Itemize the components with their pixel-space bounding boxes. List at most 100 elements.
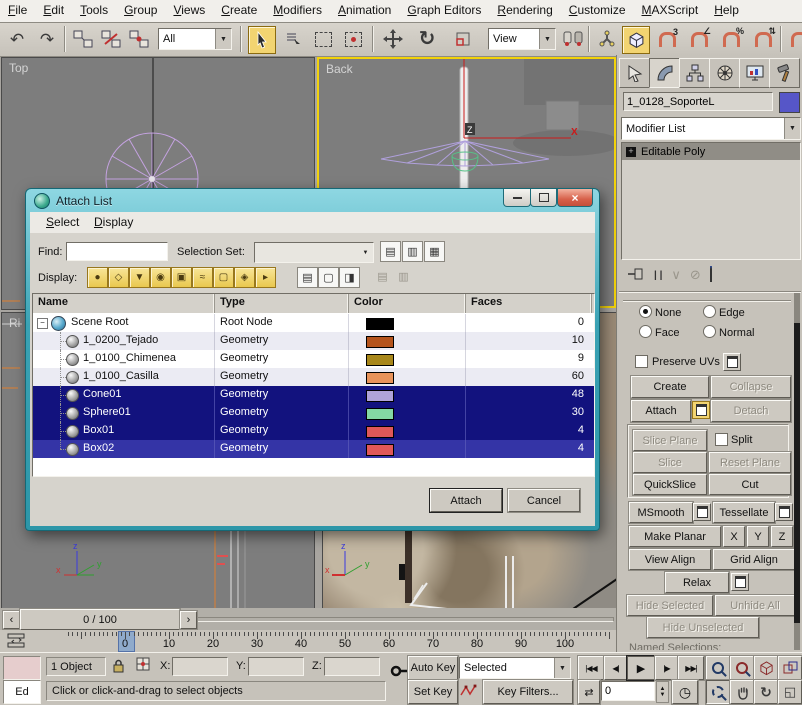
x-coordinate-field[interactable]: [172, 657, 228, 676]
new-key-default-inout-tangents[interactable]: [460, 683, 478, 702]
maximize-button[interactable]: [530, 189, 557, 207]
attach-list-settings-button[interactable]: [692, 401, 710, 419]
planar-z-button[interactable]: Z: [771, 526, 793, 547]
viewport-label[interactable]: Back: [326, 62, 353, 76]
object-color-swatch[interactable]: [366, 318, 394, 330]
key-mode-dropdown[interactable]: Selected ▼: [459, 657, 571, 679]
display-xrefs-icon[interactable]: ◈: [234, 267, 255, 288]
spin-down-icon[interactable]: ▼: [660, 692, 666, 698]
modifier-stack[interactable]: +Editable Poly: [621, 142, 801, 260]
make-planar-button[interactable]: Make Planar: [629, 526, 721, 547]
partial-toolbar-icon[interactable]: [786, 26, 802, 52]
slice-button[interactable]: Slice: [633, 452, 707, 473]
planar-x-button[interactable]: X: [723, 526, 745, 547]
tree-expand-icon[interactable]: −: [37, 318, 48, 329]
preserve-uvs-checkbox[interactable]: [635, 355, 648, 368]
frame-ruler[interactable]: 0102030405060708090100: [32, 630, 613, 652]
time-slider-thumb[interactable]: 0 / 100: [20, 609, 180, 630]
display-children-icon[interactable]: ▤: [373, 267, 392, 286]
frame-spinner[interactable]: ▲▼: [656, 681, 669, 703]
go-to-end-button[interactable]: ▶▶|: [678, 656, 704, 680]
snaps-toggle-3-button[interactable]: 3: [654, 26, 680, 52]
key-filters-button[interactable]: Key Filters...: [483, 680, 573, 704]
maxscript-mini-listener[interactable]: [3, 656, 41, 680]
modifier-list-dropdown[interactable]: Modifier List ▼: [621, 117, 801, 140]
column-header-name[interactable]: Name: [33, 294, 215, 313]
object-name-field[interactable]: [623, 92, 773, 111]
constraint-normal[interactable]: Normal: [703, 325, 783, 339]
use-pivot-point-center-button[interactable]: [560, 26, 586, 52]
bind-to-space-warp-icon[interactable]: [126, 26, 152, 52]
menu-maxscript[interactable]: MAXScript: [634, 0, 707, 21]
maxscript-listener-line[interactable]: Ed: [3, 680, 41, 704]
minimize-button[interactable]: [503, 189, 531, 207]
menu-help[interactable]: Help: [706, 0, 747, 21]
menu-file[interactable]: File: [0, 0, 35, 21]
relax-button[interactable]: Relax: [665, 572, 729, 593]
menu-modifiers[interactable]: Modifiers: [265, 0, 330, 21]
find-input[interactable]: [66, 242, 168, 261]
y-coordinate-field[interactable]: [248, 657, 304, 676]
pin-stack-button[interactable]: [627, 267, 645, 284]
radio-face[interactable]: [639, 325, 652, 338]
tessellate-button[interactable]: Tessellate: [713, 502, 775, 523]
open-mini-curve-editor-button[interactable]: [6, 633, 28, 652]
object-color-swatch[interactable]: [366, 354, 394, 366]
menu-views[interactable]: Views: [165, 0, 213, 21]
selection-filter-dropdown[interactable]: All ▼: [158, 28, 232, 50]
tab-create[interactable]: [619, 58, 650, 88]
constraint-edge[interactable]: Edge: [703, 305, 783, 319]
table-row[interactable]: 1_0200_TejadoGeometry10: [33, 332, 594, 350]
key-mode-toggle-button[interactable]: ⇄: [578, 680, 600, 704]
slice-plane-button[interactable]: Slice Plane: [633, 430, 707, 451]
display-geometry-icon[interactable]: ●: [87, 267, 108, 288]
percent-snap-toggle[interactable]: %: [718, 26, 744, 52]
dialog-cancel-button[interactable]: Cancel: [508, 489, 580, 512]
object-color-swatch[interactable]: [366, 444, 394, 456]
column-header-faces[interactable]: Faces: [466, 294, 592, 313]
menu-group[interactable]: Group: [116, 0, 165, 21]
table-row[interactable]: Box02Geometry4: [33, 440, 594, 458]
dropdown-arrow-icon[interactable]: ▼: [358, 243, 373, 262]
table-row[interactable]: 1_0100_CasillaGeometry60: [33, 368, 594, 386]
zoom-extents-all-button[interactable]: [778, 656, 802, 680]
previous-frame-arrow[interactable]: ‹: [3, 611, 20, 629]
previous-frame-button[interactable]: ◀|: [604, 656, 627, 680]
column-header-type[interactable]: Type: [215, 294, 349, 313]
current-frame-field[interactable]: [601, 681, 655, 701]
dropdown-arrow-icon[interactable]: ▼: [215, 29, 231, 49]
dropdown-arrow-icon[interactable]: ▼: [784, 118, 800, 139]
select-and-link-icon[interactable]: [70, 26, 96, 52]
panel-scrollbar[interactable]: [794, 293, 800, 650]
select-object-button[interactable]: [248, 26, 276, 54]
dropdown-arrow-icon[interactable]: ▼: [554, 658, 570, 678]
radio-normal[interactable]: [703, 325, 716, 338]
display-helpers-icon[interactable]: ▣: [171, 267, 192, 288]
configure-modifier-sets-button[interactable]: [710, 269, 712, 281]
show-end-result-button[interactable]: | |: [654, 270, 662, 281]
tab-utilities[interactable]: [769, 58, 800, 88]
auto-key-button[interactable]: Auto Key: [408, 656, 458, 680]
orbit-button[interactable]: ↻: [754, 680, 778, 704]
dropdown-arrow-icon[interactable]: ▼: [539, 29, 555, 49]
menu-edit[interactable]: Edit: [35, 0, 72, 21]
radio-edge[interactable]: [703, 305, 716, 318]
add-to-selection-set-icon[interactable]: ▥: [402, 241, 423, 262]
select-all-icon[interactable]: ▤: [297, 267, 318, 288]
reset-plane-button[interactable]: Reset Plane: [709, 452, 791, 473]
zoom-region-button[interactable]: [706, 680, 730, 704]
object-color-swatch[interactable]: [366, 372, 394, 384]
play-button[interactable]: ▶: [627, 656, 655, 680]
hide-unselected-button[interactable]: Hide Unselected: [647, 617, 759, 638]
object-color-swatch[interactable]: [366, 408, 394, 420]
display-groups-icon[interactable]: ▢: [213, 267, 234, 288]
menu-customize[interactable]: Customize: [561, 0, 634, 21]
absolute-offset-mode-toggle[interactable]: [136, 657, 151, 675]
radio-none[interactable]: [639, 305, 652, 318]
selection-lock-toggle[interactable]: [112, 658, 125, 676]
subtract-from-selection-set-icon[interactable]: ▦: [424, 241, 445, 262]
msmooth-button[interactable]: MSmooth: [629, 502, 693, 523]
hide-selected-button[interactable]: Hide Selected: [627, 595, 713, 616]
select-invert-icon[interactable]: ◨: [339, 267, 360, 288]
display-bones-icon[interactable]: ▸: [255, 267, 276, 288]
